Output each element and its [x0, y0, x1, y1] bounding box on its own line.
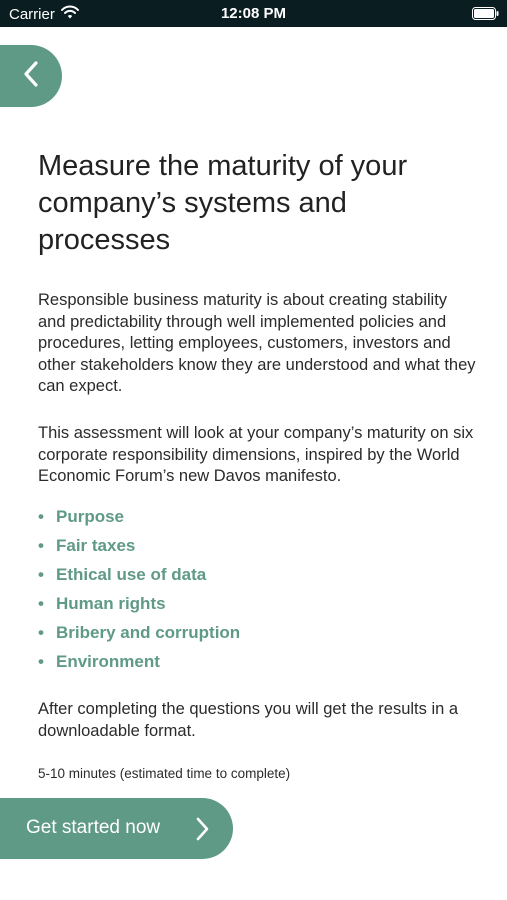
list-item: • Fair taxes — [38, 535, 240, 564]
dimension-label: Bribery and corruption — [56, 623, 241, 642]
dimension-label: Environment — [56, 652, 160, 671]
bullet: • — [38, 565, 44, 584]
dimension-label: Purpose — [56, 507, 125, 526]
back-button[interactable] — [0, 45, 62, 107]
get-started-label: Get started now — [26, 817, 161, 838]
dimension-label: Fair taxes — [56, 536, 136, 555]
list-item: • Bribery and corruption — [38, 622, 240, 651]
page-title: Measure the maturity of your company’s s… — [38, 150, 408, 256]
dimension-label: Human rights — [56, 594, 166, 613]
estimated-time: 5-10 minutes (estimated time to complete… — [38, 766, 291, 781]
dimensions-list: • Purpose • Fair taxes • Ethical use of dat… — [38, 506, 240, 680]
chevron-left-icon — [21, 60, 41, 93]
list-item: • Ethical use of data — [38, 564, 240, 593]
list-item: • Purpose — [38, 506, 240, 535]
battery-icon — [472, 7, 499, 20]
status-time: 12:08 PM — [220, 5, 287, 22]
bullet: • — [38, 536, 44, 555]
bullet: • — [38, 594, 44, 613]
list-item: • Environment — [38, 651, 240, 680]
dimension-label: Ethical use of data — [56, 565, 207, 584]
list-item: • Human rights — [38, 593, 240, 622]
results-note: After completing the questions you will … — [38, 700, 459, 740]
bullet: • — [38, 652, 44, 671]
intro-paragraph: Responsible business maturity is about c… — [38, 291, 476, 396]
status-bar: Carrier 12:08 PM — [0, 0, 507, 27]
bullet: • — [38, 507, 44, 526]
get-started-button[interactable]: Get started now — [0, 798, 233, 859]
assessment-paragraph: This assessment will look at your compan… — [38, 424, 474, 486]
chevron-right-icon — [194, 816, 210, 847]
bullet: • — [38, 623, 44, 642]
